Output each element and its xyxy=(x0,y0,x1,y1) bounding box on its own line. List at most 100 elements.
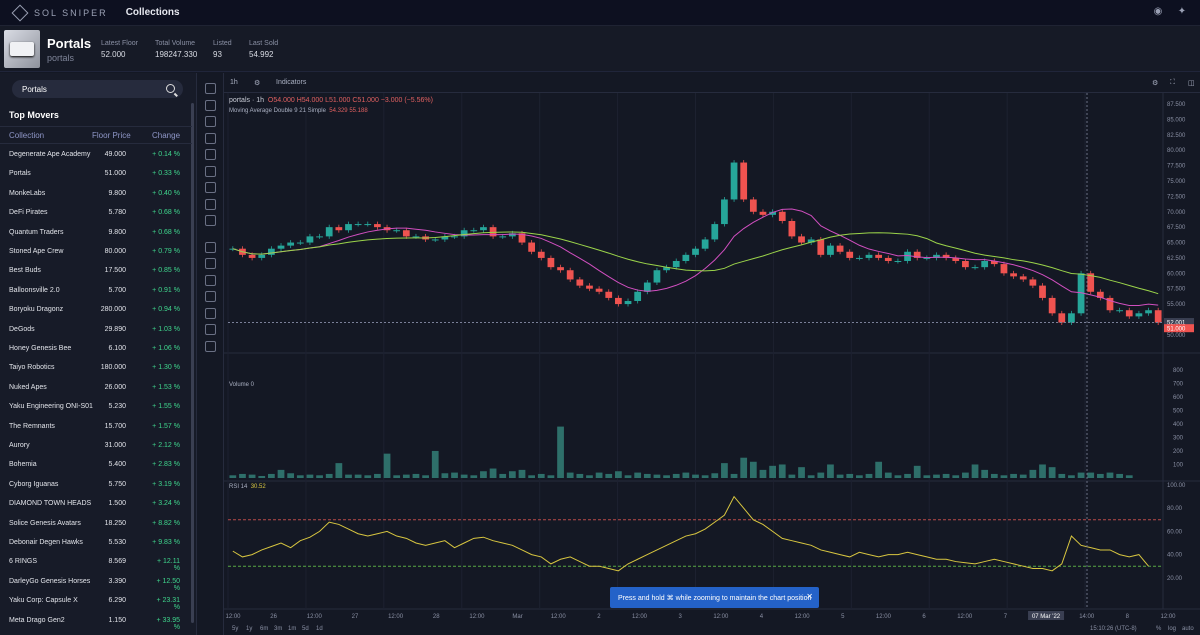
twitter-icon[interactable]: ✦ xyxy=(1176,6,1188,18)
range-6m[interactable]: 6m xyxy=(260,626,268,632)
table-row[interactable]: Bohemia 5.400 + 2.83 % xyxy=(0,456,192,475)
search-icon[interactable] xyxy=(166,84,175,93)
range-3m[interactable]: 3m xyxy=(274,626,282,632)
table-row[interactable]: Cyborg Iguanas 5.750 + 3.19 % xyxy=(0,476,192,495)
cell-floor: 18.250 xyxy=(104,519,126,527)
table-row[interactable]: Solice Genesis Avatars 18.250 + 8.82 % xyxy=(0,515,192,534)
table-row[interactable]: Stoned Ape Crew 80.000 + 0.79 % xyxy=(0,243,192,262)
table-row[interactable]: 6 RINGS 8.569 + 12.11 % xyxy=(0,553,192,572)
price-tick: 62.500 xyxy=(1167,256,1186,262)
price-tick: 82.500 xyxy=(1167,133,1186,139)
table-row[interactable]: DIAMOND TOWN HEADS 1.500 + 3.24 % xyxy=(0,495,192,514)
time-tick: 27 xyxy=(352,614,359,620)
status-time[interactable]: 15:10:26 (UTC-8) xyxy=(1090,626,1137,632)
zoom-toast: Press and hold ⌘ while zooming to mainta… xyxy=(610,587,819,608)
table-row[interactable]: Balloonsville 2.0 5.700 + 0.91 % xyxy=(0,282,192,301)
table-row[interactable]: Honey Genesis Bee 6.100 + 1.06 % xyxy=(0,340,192,359)
cell-change: + 0.85 % xyxy=(152,267,180,275)
volume-bar xyxy=(431,450,439,478)
range-1y[interactable]: 1y xyxy=(246,626,252,632)
price-chart[interactable]: 87.500 85.000 82.500 80.000 77.500 75.000 72.5… xyxy=(198,73,1200,635)
table-row[interactable]: DeFi Pirates 5.780 + 0.68 % xyxy=(0,204,192,223)
status-auto[interactable]: auto xyxy=(1182,626,1194,632)
cell-name: Portals xyxy=(9,170,31,178)
candle xyxy=(1135,313,1143,317)
table-row[interactable]: Degenerate Ape Academy 49.000 + 0.14 % xyxy=(0,146,192,165)
volume-bar xyxy=(277,469,285,478)
stat-listed: Listed 93 xyxy=(213,40,232,59)
volume-bar xyxy=(383,453,391,478)
table-row[interactable]: Yaku Engineering ONI-S01 5.230 + 1.55 % xyxy=(0,398,192,417)
cell-name: DeGods xyxy=(9,325,35,333)
price-tick: 57.500 xyxy=(1167,287,1186,293)
table-row[interactable]: Debonair Degen Hawks 5.530 + 9.83 % xyxy=(0,534,192,553)
range-1d[interactable]: 1d xyxy=(316,626,323,632)
table-row[interactable]: The Remnants 15.700 + 1.57 % xyxy=(0,418,192,437)
col-change[interactable]: Change xyxy=(152,131,180,140)
candle xyxy=(884,257,892,261)
candle xyxy=(354,224,362,226)
table-row[interactable]: Aurory 31.000 + 2.12 % xyxy=(0,437,192,456)
cell-floor: 15.700 xyxy=(104,422,126,430)
close-icon[interactable]: ✕ xyxy=(806,592,813,601)
status-log[interactable]: log xyxy=(1168,626,1176,632)
rsi-tick: 20.00 xyxy=(1167,576,1183,582)
time-tick: 3 xyxy=(679,614,683,620)
cell-change: + 23.31 % xyxy=(156,597,180,612)
table-row[interactable]: Yaku Corp: Capsule X 6.290 + 23.31 % xyxy=(0,592,192,611)
nav-collections[interactable]: Collections xyxy=(126,7,180,18)
table-row[interactable]: Boryoku Dragonz 280.000 + 0.94 % xyxy=(0,301,192,320)
range-1m[interactable]: 1m xyxy=(288,626,296,632)
cell-floor: 31.000 xyxy=(104,442,126,449)
candle xyxy=(557,267,564,271)
cell-name: DIAMOND TOWN HEADS xyxy=(9,500,92,508)
cell-change: + 33.95 % xyxy=(156,616,180,631)
rsi-tick: 60.00 xyxy=(1167,529,1183,535)
volume-bar xyxy=(576,473,584,478)
discord-icon[interactable]: ◉ xyxy=(1152,6,1164,18)
time-tick: 2 xyxy=(597,614,601,620)
candle xyxy=(615,297,622,305)
range-5y[interactable]: 5y xyxy=(232,626,238,632)
candle xyxy=(672,261,680,268)
volume-bar xyxy=(933,474,940,478)
volume-bar xyxy=(1019,474,1027,478)
cell-floor: 8.569 xyxy=(108,558,126,566)
table-row[interactable]: Portals 51.000 + 0.33 % xyxy=(0,165,192,184)
cell-change: + 12.50 % xyxy=(156,577,180,592)
volume-bar xyxy=(836,474,844,478)
candle xyxy=(595,288,603,292)
status-pct[interactable]: % xyxy=(1156,626,1161,632)
volume-bar xyxy=(402,474,410,478)
volume-tick: 700 xyxy=(1173,381,1184,387)
search-input[interactable]: Portals xyxy=(12,80,183,98)
cell-name: Boryoku Dragonz xyxy=(9,306,64,314)
col-collection[interactable]: Collection xyxy=(9,131,44,140)
table-row[interactable]: Nuked Apes 26.000 + 1.53 % xyxy=(0,379,192,398)
stat-total-volume: Total Volume 198247.330 xyxy=(155,40,198,59)
candle xyxy=(586,285,593,289)
time-tick: 12:00 xyxy=(1160,614,1176,620)
cell-floor: 29.890 xyxy=(104,325,126,333)
cell-name: Balloonsville 2.0 xyxy=(9,286,60,294)
table-row[interactable]: DeGods 29.890 + 1.03 % xyxy=(0,321,192,340)
candle xyxy=(634,291,642,301)
time-tick: 7 xyxy=(1004,614,1008,620)
volume-bar xyxy=(721,463,728,478)
brand-logo[interactable]: SOL SNIPER xyxy=(11,4,108,21)
candle xyxy=(749,199,757,212)
table-row[interactable]: Taiyo Robotics 180.000 + 1.30 % xyxy=(0,359,192,378)
table-row[interactable]: Meta Drago Gen2 1.150 + 33.95 % xyxy=(0,612,192,631)
time-tick: 12:00 xyxy=(795,614,811,620)
table-row[interactable]: DarleyGo Genesis Horses 3.390 + 12.50 % xyxy=(0,573,192,592)
range-5d[interactable]: 5d xyxy=(302,626,309,632)
volume-bar xyxy=(615,471,622,478)
table-row[interactable]: Quantum Traders 9.800 + 0.68 % xyxy=(0,224,192,243)
table-row[interactable]: MonkeLabs 9.800 + 0.40 % xyxy=(0,185,192,204)
table-row[interactable]: Best Buds 17.500 + 0.85 % xyxy=(0,262,192,281)
volume-bar xyxy=(422,475,429,478)
volume-bar xyxy=(701,475,709,478)
col-floor-price[interactable]: Floor Price xyxy=(92,131,131,140)
rsi-legend: RSI 14 30.52 xyxy=(229,484,266,490)
cell-floor: 180.000 xyxy=(100,364,126,372)
